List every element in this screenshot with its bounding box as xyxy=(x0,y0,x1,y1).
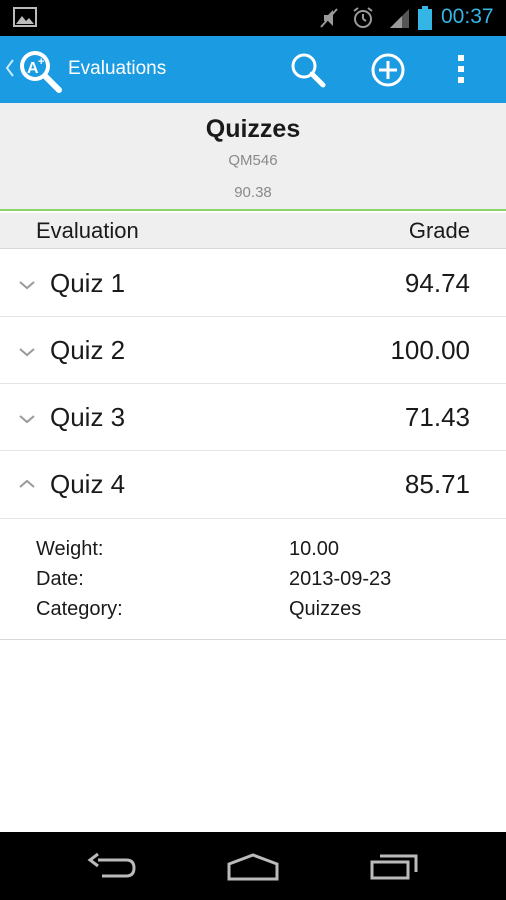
signal-icon xyxy=(388,7,410,33)
evaluation-grade: 100.00 xyxy=(390,335,470,365)
chevron-down-icon xyxy=(18,276,36,295)
evaluation-row-quiz-1[interactable]: Quiz 1 94.74 xyxy=(0,250,506,317)
evaluation-row-quiz-3[interactable]: Quiz 3 71.43 xyxy=(0,384,506,451)
navigation-bar xyxy=(0,832,506,900)
evaluation-grade: 94.74 xyxy=(404,268,470,298)
category-label: Category: xyxy=(36,598,123,620)
up-chevron-icon[interactable] xyxy=(5,58,15,82)
evaluation-name: Quiz 3 xyxy=(50,402,126,432)
chevron-down-icon xyxy=(18,410,36,429)
mute-icon xyxy=(318,6,340,34)
alarm-icon xyxy=(351,6,375,34)
evaluation-name: Quiz 4 xyxy=(50,469,126,499)
recent-apps-icon[interactable] xyxy=(368,851,420,885)
course-name: Quizzes xyxy=(205,115,301,143)
action-bar: A + Evaluations xyxy=(0,36,506,103)
weight-value: 10.00 xyxy=(289,538,340,560)
evaluation-column-header: Evaluation xyxy=(36,218,139,243)
chevron-down-icon xyxy=(18,343,36,362)
evaluation-grade: 71.43 xyxy=(404,402,470,432)
search-icon[interactable] xyxy=(289,52,327,92)
chevron-up-icon xyxy=(18,475,36,494)
gallery-icon xyxy=(13,7,37,31)
svg-text:+: + xyxy=(38,56,44,68)
weight-label: Weight: xyxy=(36,538,104,560)
status-time: 00:37 xyxy=(441,5,494,28)
battery-icon xyxy=(417,5,433,35)
status-bar: 00:37 xyxy=(0,0,506,36)
evaluation-details: Weight: 10.00 Date: 2013-09-23 Category:… xyxy=(0,519,506,640)
course-code: QM546 xyxy=(228,152,278,169)
app-logo-icon[interactable]: A + xyxy=(16,46,64,98)
screen-title: Evaluations xyxy=(68,58,167,79)
back-icon[interactable] xyxy=(86,852,138,886)
evaluation-row-quiz-4[interactable]: Quiz 4 85.71 xyxy=(0,451,506,519)
grade-column-header: Grade xyxy=(408,218,470,243)
column-headers: Evaluation Grade xyxy=(0,213,506,249)
screen: 00:37 A + Evaluations Quizzes QM546 90.3… xyxy=(0,0,506,900)
evaluation-name: Quiz 2 xyxy=(50,335,126,365)
overflow-menu-icon[interactable] xyxy=(456,54,466,88)
date-value: 2013-09-23 xyxy=(289,568,392,590)
course-average: 90.38 xyxy=(234,184,272,201)
home-icon[interactable] xyxy=(226,852,280,886)
evaluation-grade: 85.71 xyxy=(404,469,470,499)
evaluation-name: Quiz 1 xyxy=(50,268,126,298)
category-value: Quizzes xyxy=(289,598,362,620)
evaluation-row-quiz-2[interactable]: Quiz 2 100.00 xyxy=(0,317,506,384)
add-icon[interactable] xyxy=(370,52,406,92)
date-label: Date: xyxy=(36,568,84,590)
course-header: Quizzes QM546 90.38 xyxy=(0,103,506,211)
